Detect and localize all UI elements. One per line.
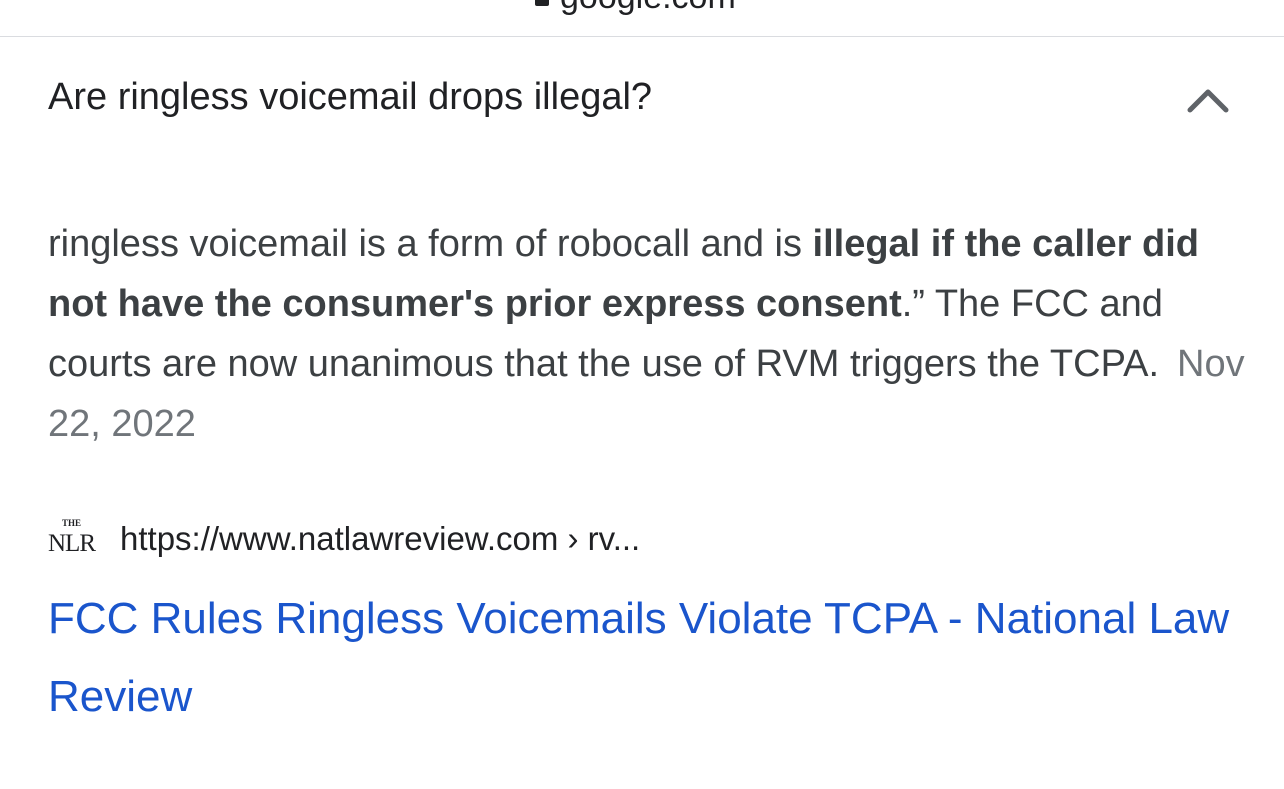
site-favicon: THE NLR (48, 516, 98, 562)
chevron-up-icon[interactable] (1178, 72, 1238, 128)
faq-answer: ringless voicemail is a form of robocall… (48, 214, 1248, 454)
answer-text-start: ringless voicemail is a form of robocall… (48, 223, 813, 265)
address-domain[interactable]: google.com (560, 0, 736, 17)
favicon-small-text: THE (62, 518, 82, 528)
browser-address-bar[interactable]: google.com (0, 0, 1284, 37)
lock-icon (535, 0, 549, 6)
faq-question-row[interactable]: Are ringless voicemail drops illegal? (48, 68, 1238, 132)
result-title-link[interactable]: FCC Rules Ringless Voicemails Violate TC… (48, 580, 1248, 736)
result-url[interactable]: https://www.natlawreview.com › rv... (120, 520, 640, 558)
result-source[interactable]: THE NLR https://www.natlawreview.com › r… (48, 516, 1048, 564)
faq-question[interactable]: Are ringless voicemail drops illegal? (48, 76, 652, 119)
favicon-text: NLR (48, 530, 96, 557)
